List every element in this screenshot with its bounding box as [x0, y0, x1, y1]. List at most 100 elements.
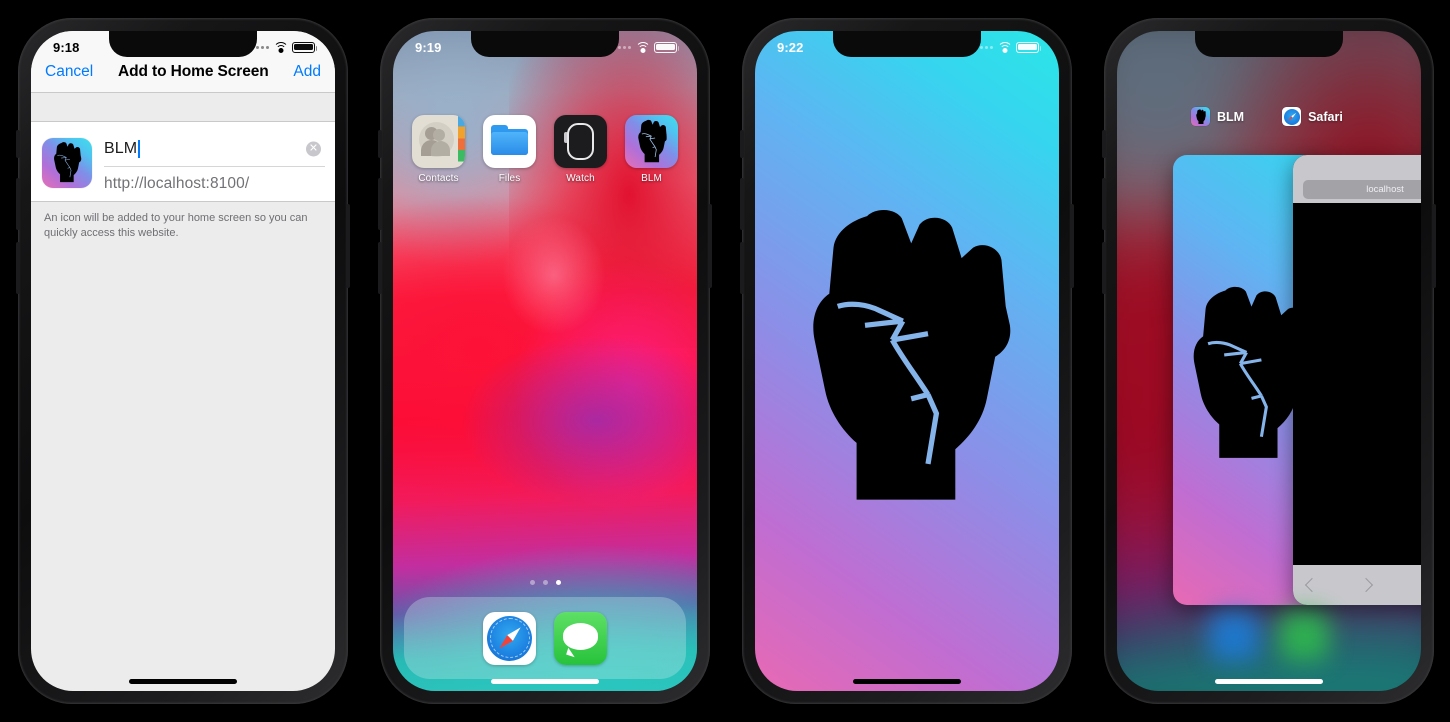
raised-fist-graphic: [813, 210, 1011, 500]
phone-screen: Contacts Files Watch BLM 9:19: [393, 31, 697, 691]
power-button[interactable]: [708, 204, 712, 288]
app-grid-row: Contacts Files Watch BLM: [393, 115, 697, 184]
volume-down-button[interactable]: [378, 242, 382, 294]
notch: [1195, 31, 1343, 57]
raised-fist-graphic: [637, 119, 667, 162]
sheet-spacer: [31, 93, 335, 121]
safari-icon[interactable]: [483, 611, 536, 665]
status-icons: [251, 41, 318, 53]
phone-screen: Cancel Add to Home Screen Add BLM ✕ http…: [31, 31, 335, 691]
blurred-safari-icon: [1209, 611, 1259, 661]
battery-full-icon: [292, 41, 318, 53]
url-input-value[interactable]: http://localhost:8100/: [104, 175, 249, 193]
app-label: Files: [498, 173, 521, 184]
title-field-row[interactable]: BLM ✕: [104, 132, 325, 167]
switcher-label-safari[interactable]: Safari: [1282, 107, 1343, 126]
chevron-left-icon[interactable]: [1304, 577, 1320, 593]
url-field-row[interactable]: http://localhost:8100/: [104, 167, 325, 201]
wifi-icon: [635, 42, 650, 53]
app-icon-files[interactable]: Files: [479, 115, 541, 184]
safari-address-bar[interactable]: localhost: [1303, 180, 1421, 199]
volume-down-button[interactable]: [16, 242, 20, 294]
power-button[interactable]: [1432, 204, 1436, 288]
dock: [404, 597, 686, 679]
notch: [471, 31, 619, 57]
page-dot[interactable]: [542, 580, 548, 585]
mute-switch[interactable]: [378, 130, 382, 158]
app-name: Safari: [1308, 109, 1343, 124]
page-title: Add to Home Screen: [118, 63, 269, 80]
app-icon-contacts[interactable]: Contacts: [408, 115, 470, 184]
app-label: BLM: [641, 173, 662, 184]
status-time: 9:19: [415, 39, 442, 55]
status-time: 9:22: [777, 39, 804, 55]
battery-full-icon: [1016, 41, 1042, 53]
status-time: 9:18: [53, 39, 80, 55]
bookmark-form: BLM ✕ http://localhost:8100/: [31, 121, 335, 202]
home-indicator[interactable]: [129, 679, 237, 684]
app-switcher-labels: BLM Safari: [1117, 107, 1421, 126]
blurred-messages-icon: [1279, 611, 1329, 661]
home-indicator[interactable]: [491, 679, 599, 684]
mute-switch[interactable]: [1102, 130, 1106, 158]
text-caret: [138, 140, 140, 158]
form-help-text: An icon will be added to your home scree…: [44, 212, 308, 239]
phone-blm-app: 9:22: [740, 18, 1074, 704]
phone-add-to-home-screen: Cancel Add to Home Screen Add BLM ✕ http…: [16, 18, 350, 704]
status-icons: [613, 41, 680, 53]
blm-app-icon: [625, 115, 678, 168]
messages-icon[interactable]: [554, 611, 607, 665]
notch: [833, 31, 981, 57]
raised-fist-graphic: [1195, 108, 1206, 124]
screenshot-stage: Cancel Add to Home Screen Add BLM ✕ http…: [0, 0, 1450, 722]
volume-up-button[interactable]: [1102, 178, 1106, 230]
volume-down-button[interactable]: [740, 242, 744, 294]
home-indicator[interactable]: [853, 679, 961, 684]
notch: [109, 31, 257, 57]
mute-switch[interactable]: [740, 130, 744, 158]
blm-app-icon: [42, 138, 92, 188]
safari-page-content: [1293, 203, 1421, 565]
page-indicator-dots[interactable]: [393, 580, 697, 585]
power-button[interactable]: [1070, 204, 1074, 288]
power-button[interactable]: [346, 204, 350, 288]
safari-icon: [1282, 107, 1302, 126]
form-fields: BLM ✕ http://localhost:8100/: [104, 132, 335, 201]
title-input-value[interactable]: BLM: [104, 140, 137, 158]
app-card-safari[interactable]: localhost: [1293, 155, 1421, 605]
raised-fist-graphic: [54, 142, 82, 183]
blm-app-icon: [1191, 107, 1210, 126]
phone-app-switcher: BLM Safari localhost: [1102, 18, 1436, 704]
app-label: Contacts: [418, 173, 459, 184]
mute-switch[interactable]: [16, 130, 20, 158]
phone-home-screen: Contacts Files Watch BLM 9:19: [378, 18, 712, 704]
wifi-icon: [997, 42, 1012, 53]
blurred-dock: [1131, 599, 1407, 673]
contacts-icon: [412, 115, 465, 168]
safari-top-chrome: localhost: [1293, 155, 1421, 203]
clear-text-icon[interactable]: ✕: [306, 141, 321, 157]
status-icons: [975, 41, 1042, 53]
volume-up-button[interactable]: [378, 178, 382, 230]
phone-screen: 9:22: [755, 31, 1059, 691]
volume-up-button[interactable]: [740, 178, 744, 230]
address-bar-text: localhost: [1366, 184, 1404, 195]
home-indicator[interactable]: [1215, 679, 1323, 684]
chevron-right-icon[interactable]: [1358, 577, 1374, 593]
volume-down-button[interactable]: [1102, 242, 1106, 294]
switcher-label-blm[interactable]: BLM: [1191, 107, 1244, 126]
page-dot[interactable]: [529, 580, 535, 585]
volume-up-button[interactable]: [16, 178, 20, 230]
cancel-button[interactable]: Cancel: [45, 63, 93, 81]
phone-screen: BLM Safari localhost: [1117, 31, 1421, 691]
app-icon-watch[interactable]: Watch: [550, 115, 612, 184]
watch-icon: [554, 115, 607, 168]
app-name: BLM: [1217, 109, 1245, 124]
wifi-icon: [273, 42, 288, 53]
files-icon: [483, 115, 536, 168]
add-button[interactable]: Add: [293, 63, 321, 81]
page-dot-active[interactable]: [555, 580, 561, 585]
app-label: Watch: [566, 173, 595, 184]
app-icon-blm[interactable]: BLM: [621, 115, 683, 184]
add-to-home-screen-sheet: Cancel Add to Home Screen Add BLM ✕ http…: [31, 31, 335, 691]
